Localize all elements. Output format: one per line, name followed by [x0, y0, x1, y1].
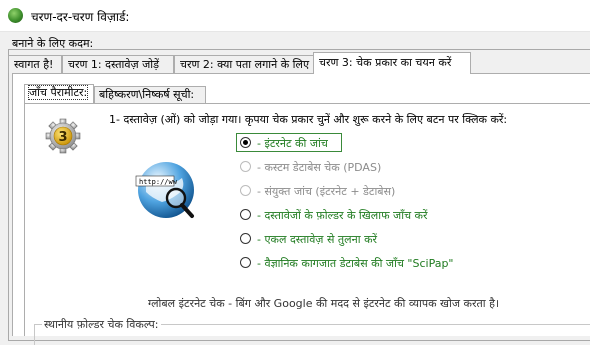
tab-step-2-label: चरण 2: क्या पता लगाने के लिए: [180, 58, 310, 71]
tab-welcome-label: स्वागत है!: [14, 58, 54, 71]
app-globe-icon: [8, 8, 23, 23]
option-folder-check-label: - दस्तावेजों के फ़ोल्डर के खिलाफ जाँच कर…: [257, 209, 428, 222]
radio-scipap[interactable]: [240, 257, 251, 268]
option-internet-check-label: - इंटरनेट की जांच: [257, 137, 328, 150]
tab-step-2[interactable]: चरण 2: क्या पता लगाने के लिए: [174, 55, 315, 73]
option-custom-database-label: - कस्टम डेटाबेस चेक (PDAS): [257, 161, 382, 174]
tab-step-3[interactable]: चरण 3: चेक प्रकार का चयन करें: [313, 52, 471, 74]
subtab-check-parameters[interactable]: जाँच पैरामीटर:: [24, 84, 94, 103]
instruction-text: 1- दस्तावेज़ (ओं) को जोड़ा गया। कृपया चे…: [109, 113, 508, 126]
gear-step-icon: 3: [45, 118, 81, 154]
svg-text:3: 3: [58, 130, 67, 145]
radio-custom-database[interactable]: [240, 161, 251, 172]
radio-combined-check[interactable]: [240, 185, 251, 196]
subtab-exclusion-list[interactable]: बहिष्करण\निष्कर्ष सूची:: [94, 86, 206, 103]
tab-welcome[interactable]: स्वागत है!: [8, 55, 62, 73]
radio-folder-check[interactable]: [240, 209, 251, 220]
radio-internet-check[interactable]: [240, 137, 251, 148]
window-title: चरण-दर-चरण विज़ार्ड:: [31, 10, 130, 24]
internet-globe-magnifier-icon: http://ww: [135, 162, 194, 218]
subtab-check-parameters-label: जाँच पैरामीटर:: [27, 85, 89, 100]
subtab-exclusion-list-label: बहिष्करण\निष्कर्ष सूची:: [99, 88, 195, 101]
radio-single-document[interactable]: [240, 233, 251, 244]
title-bar: चरण-दर-चरण विज़ार्ड:: [0, 0, 590, 32]
tab-step-1[interactable]: चरण 1: दस्तावेज़ जोड़ें: [62, 55, 174, 73]
local-folder-options-label: स्थानीय फ़ोल्डर चेक विकल्प:: [42, 317, 161, 332]
option-combined-check-label: - संयुक्त जांच (इंटरनेट + डेटाबेस): [257, 185, 396, 198]
tab-step-1-label: चरण 1: दस्तावेज़ जोड़ें: [68, 58, 160, 71]
check-description: ग्लोबल इंटरनेट चेक - बिंग और Google की म…: [148, 297, 500, 310]
option-single-document-label: - एकल दस्तावेज़ से तुलना करें: [257, 233, 378, 246]
tab-step-3-label: चरण 3: चेक प्रकार का चयन करें: [319, 56, 452, 69]
option-scipap-label: - वैज्ञानिक कागजात डेटाबेस की जाँच "SciP…: [257, 257, 454, 270]
svg-text:http://ww: http://ww: [139, 178, 178, 186]
